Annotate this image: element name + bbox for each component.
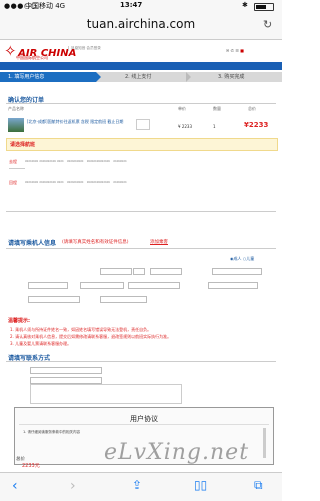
adult-radio[interactable]: ◉成人 ○儿童	[230, 256, 254, 262]
passenger-subtitle: (请填写真实姓名和有效证件信息)	[62, 240, 129, 245]
reload-icon[interactable]: ↻	[263, 18, 272, 31]
battery-icon	[254, 3, 274, 11]
notice-box: 请选择航班	[6, 138, 278, 151]
header-nav-links[interactable]	[230, 62, 280, 70]
contact-name-input[interactable]	[30, 367, 102, 374]
share-icon[interactable]: ⇪	[132, 478, 142, 492]
contact-phone-input[interactable]	[30, 377, 102, 384]
notes-body: 1. 乘机人须与所持证件姓名一致，如因姓名填写错误导致无法登机，责任自负。 2.…	[10, 326, 275, 347]
phone-input[interactable]	[208, 282, 258, 289]
step-3: 3. 购买完成	[218, 74, 245, 80]
total-value: 2233元	[22, 463, 40, 469]
note-line-3: 3. 儿童及婴儿票请联系客服办理。	[10, 341, 72, 346]
phoenix-logo-icon: ✧	[4, 42, 17, 60]
outbound-label: 去程	[9, 159, 17, 164]
bookmarks-icon[interactable]: ▯▯	[194, 478, 207, 492]
browser-toolbar: ‹ › ⇪ ▯▯ ⧉	[0, 472, 282, 501]
brand-name-cn: 中国国际航空公司	[16, 55, 48, 60]
id-type-select[interactable]	[28, 282, 68, 289]
forward-icon[interactable]: ›	[70, 478, 76, 494]
passenger-section-title: 请填写乘机人信息	[8, 240, 57, 247]
birthday-input[interactable]	[128, 282, 180, 289]
col-price: 单价	[178, 106, 186, 111]
step-1: 1. 填写用户信息	[0, 72, 96, 82]
header-right-links[interactable]: ✉ ✆ ☰ ■	[226, 48, 244, 53]
bluetooth-icon: ✱	[242, 1, 248, 9]
notice-text: 请选择航班	[10, 142, 36, 148]
col-total: 总价	[248, 106, 256, 111]
outbound-flight[interactable]: ▭▭▭▭ ▭▭▭▭▭ ▭▭ ▭▭▭▭▭ ▭▭▭▭▭▭▭ ▭▭▭▭	[25, 159, 275, 173]
country-input[interactable]	[100, 296, 147, 303]
tagline: 凤凰知音 会员登录	[68, 46, 109, 51]
note-line-1: 1. 乘机人须与所持证件姓名一致，如因姓名填写错误导致无法登机，责任自负。	[10, 327, 152, 332]
modal-line: 1. 请仔细阅读服务条款中的相关内容	[23, 430, 80, 434]
product-title[interactable]: [北京-成都]国航特价往返机票 含税 限定航班 截止日期	[27, 119, 137, 125]
carrier-label: 中国移动 4G	[25, 2, 66, 10]
product-thumbnail[interactable]	[8, 118, 24, 132]
checkout-steps: 1. 填写用户信息 2. 线上支付 3. 购买完成	[0, 72, 282, 82]
nationality-select[interactable]	[212, 268, 262, 275]
notes-title: 温馨提示:	[8, 318, 30, 324]
address-bar[interactable]: tuan.airchina.com ↻	[0, 11, 282, 40]
modal-scrollbar[interactable]	[263, 428, 266, 458]
tabs-icon[interactable]: ⧉	[254, 478, 263, 493]
order-total: ¥2233	[244, 121, 269, 129]
surname-input[interactable]	[100, 268, 132, 275]
watermark: eLvXing.net	[104, 440, 250, 465]
order-table-header: 产品名称 单价 数量 总价	[8, 106, 278, 112]
return-flight[interactable]: ▭▭▭▭ ▭▭▭▭▭ ▭▭ ▭▭▭▭▭ ▭▭▭▭▭▭▭ ▭▭▭▭	[25, 180, 275, 194]
col-qty: 数量	[213, 106, 221, 111]
url-text[interactable]: tuan.airchina.com	[0, 17, 282, 31]
gender-select[interactable]	[133, 268, 145, 275]
given-name-input[interactable]	[150, 268, 182, 275]
unit-price: ¥ 2233	[178, 124, 192, 129]
status-bar: ●●●○○ 中国移动 4G 13:47 ✱	[0, 0, 282, 11]
modal-title: 用户协议	[130, 415, 158, 423]
add-passenger-link[interactable]: 添加乘客	[150, 239, 168, 245]
expiry-input[interactable]	[28, 296, 80, 303]
back-icon[interactable]: ‹	[12, 478, 18, 494]
col-product: 产品名称	[8, 106, 24, 111]
quantity: 1	[213, 124, 216, 129]
return-label: 回程	[9, 180, 17, 185]
remark-textarea[interactable]	[30, 384, 182, 404]
qty-box[interactable]	[136, 119, 150, 130]
clock: 13:47	[120, 1, 143, 9]
step-2: 2. 线上支付	[125, 74, 152, 80]
id-number-input[interactable]	[80, 282, 124, 289]
note-line-2: 2. 请认真核对乘机人信息，提交后如需修改请联系客服，退改签规则以航班实际执行为…	[10, 334, 172, 339]
